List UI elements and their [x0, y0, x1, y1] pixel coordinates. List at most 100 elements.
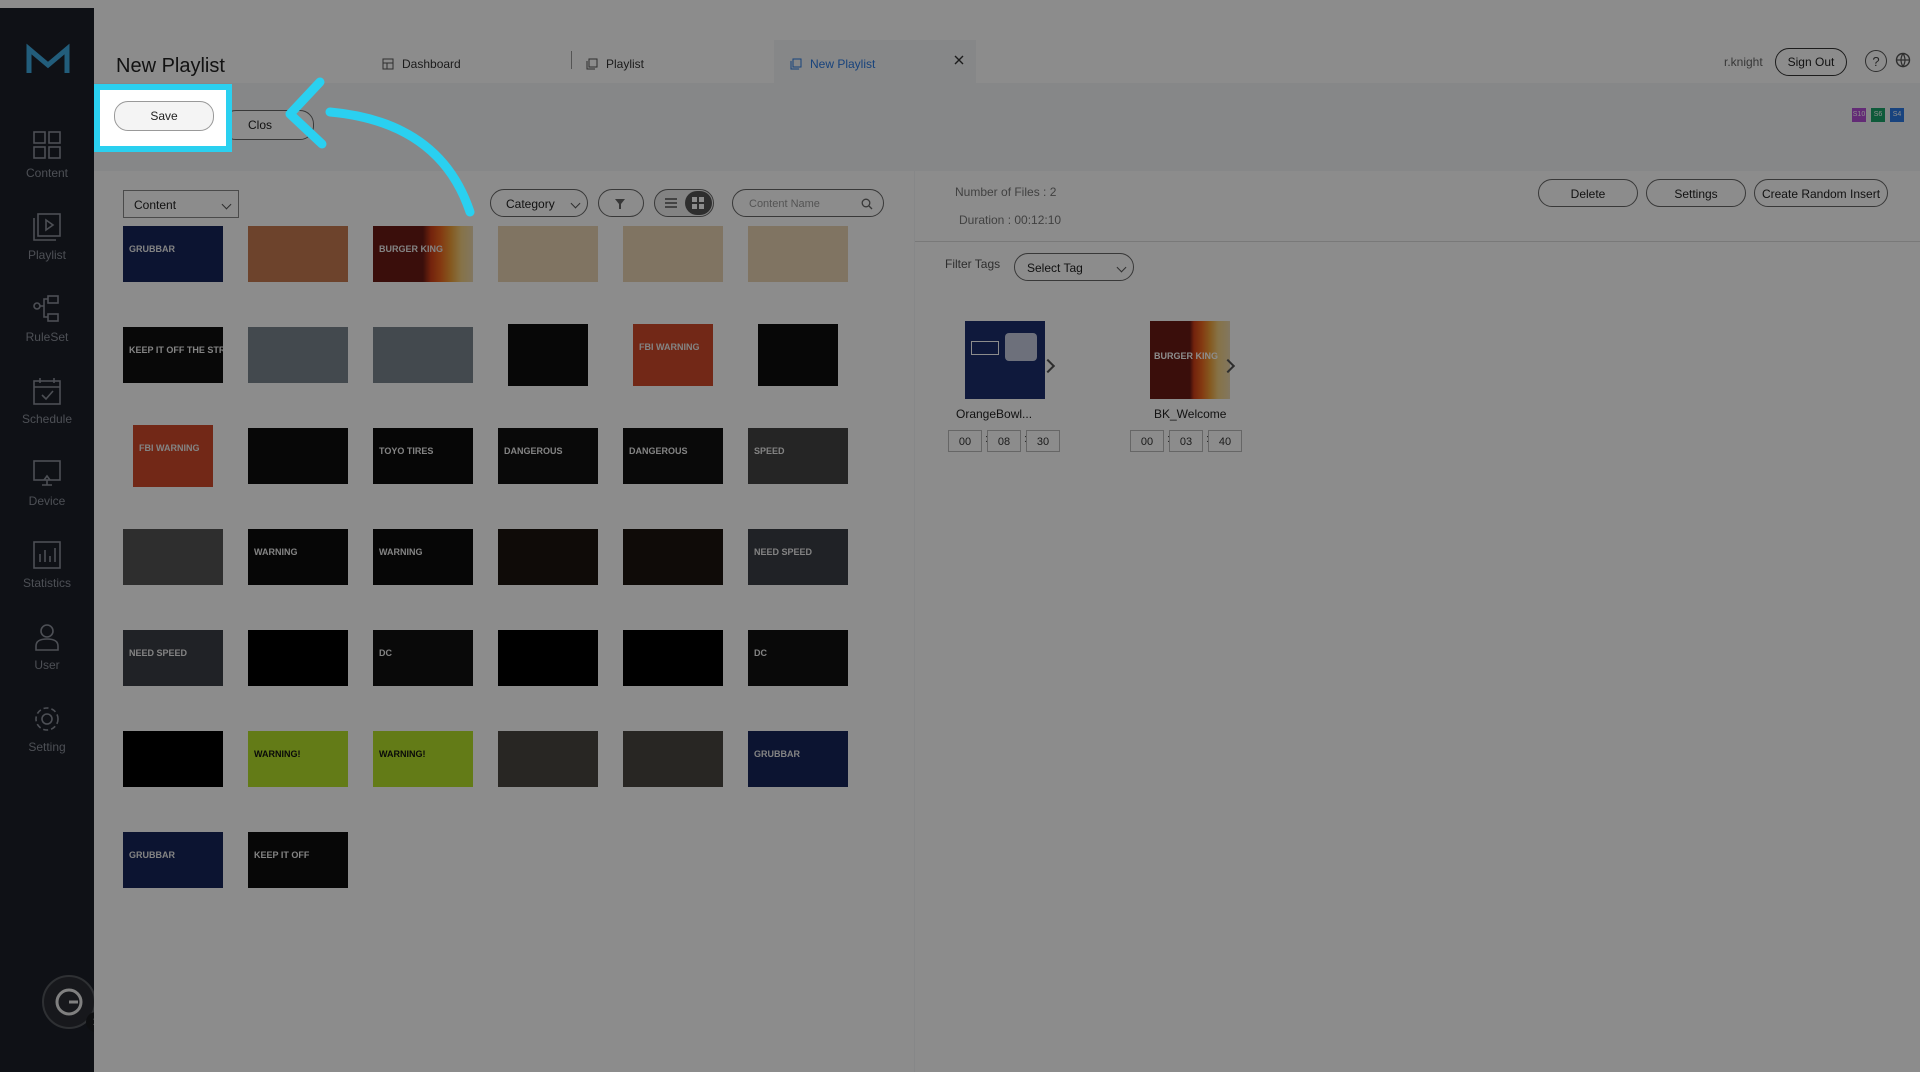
sidebar-item-statistics[interactable]: Statistics: [0, 540, 94, 610]
hours-input[interactable]: 00: [948, 430, 982, 452]
content-thumbnail[interactable]: [248, 226, 348, 282]
playlist-item-thumbnail[interactable]: BURGER KING: [1150, 321, 1230, 399]
dashboard-icon: [382, 58, 394, 70]
content-thumbnail[interactable]: [373, 327, 473, 383]
select-value: Content: [134, 198, 177, 212]
tab-playlist[interactable]: Playlist: [586, 53, 644, 75]
content-thumbnail[interactable]: NEED SPEED: [748, 529, 848, 585]
thumbnail-caption: KEEP IT OFF THE STREETS: [129, 345, 223, 355]
content-thumbnail[interactable]: [498, 731, 598, 787]
number-of-files: Number of Files : 2: [955, 185, 1057, 199]
pointer-arrow-icon: [285, 77, 475, 217]
hours-input[interactable]: 00: [1130, 430, 1164, 452]
playlist-item-name: OrangeBowl...: [956, 407, 1033, 421]
content-thumbnail[interactable]: DC: [748, 630, 848, 686]
sidebar-item-label: Content: [25, 166, 69, 180]
content-thumbnail[interactable]: DANGEROUS: [498, 428, 598, 484]
help-icon[interactable]: ?: [1865, 50, 1887, 72]
thumbnail-caption: NEED SPEED: [129, 648, 188, 658]
thumbnail-caption: DANGEROUS: [629, 446, 688, 456]
content-thumbnail[interactable]: DC: [373, 630, 473, 686]
sidebar-item-ruleset[interactable]: RuleSet: [0, 294, 94, 364]
content-thumbnail[interactable]: [248, 428, 348, 484]
minutes-input[interactable]: 08: [987, 430, 1021, 452]
content-thumbnail[interactable]: GRUBBAR: [748, 731, 848, 787]
close-tab-icon[interactable]: [954, 55, 964, 65]
content-type-select[interactable]: Content: [123, 190, 239, 218]
content-thumbnail[interactable]: NEED SPEED: [123, 630, 223, 686]
content-thumbnail[interactable]: [623, 630, 723, 686]
globe-icon[interactable]: [1895, 52, 1911, 68]
sidebar-item-content[interactable]: Content: [0, 130, 94, 200]
content-thumbnail[interactable]: DANGEROUS: [623, 428, 723, 484]
delete-button[interactable]: Delete: [1538, 179, 1638, 207]
content-thumbnail[interactable]: [123, 529, 223, 585]
seconds-input[interactable]: 30: [1026, 430, 1060, 452]
tab-label: New Playlist: [810, 57, 876, 71]
content-thumbnail[interactable]: [498, 226, 598, 282]
create-random-insert-button[interactable]: Create Random Insert: [1754, 179, 1888, 207]
filter-tags-label: Filter Tags: [945, 257, 1001, 271]
content-thumbnail[interactable]: WARNING!: [373, 731, 473, 787]
sidebar-item-playlist[interactable]: Playlist: [0, 212, 94, 282]
content-thumbnail[interactable]: [123, 731, 223, 787]
sidebar: Content Playlist RuleSet Schedule Device…: [0, 8, 94, 1072]
sidebar-item-label: Playlist: [27, 248, 66, 262]
content-thumbnail[interactable]: KEEP IT OFF: [248, 832, 348, 888]
content-thumbnail[interactable]: WARNING: [373, 529, 473, 585]
thumbnail-caption: GRUBBAR: [129, 244, 175, 254]
burger-king-text-graphic: BURGER KING: [1154, 351, 1219, 361]
sign-out-button[interactable]: Sign Out: [1775, 48, 1847, 76]
content-thumbnail[interactable]: [508, 324, 588, 386]
content-thumbnail[interactable]: GRUBBAR: [123, 226, 223, 282]
calendar-icon: [33, 378, 61, 405]
sidebar-item-schedule[interactable]: Schedule: [0, 376, 94, 446]
content-thumbnail[interactable]: [758, 324, 838, 386]
thumbnail-caption: FBI WARNING: [139, 443, 200, 453]
content-thumbnail[interactable]: TOYO TIRES: [373, 428, 473, 484]
content-thumbnail[interactable]: WARNING: [248, 529, 348, 585]
content-thumbnail[interactable]: BURGER KING: [373, 226, 473, 282]
category-select[interactable]: Category: [490, 189, 588, 217]
grubbar-logo: [971, 341, 999, 355]
minutes-input[interactable]: 03: [1169, 430, 1203, 452]
content-thumbnail[interactable]: [623, 226, 723, 282]
playlist-panel: Number of Files : 2 Duration : 00:12:10 …: [915, 171, 1920, 1072]
content-thumbnail[interactable]: [623, 529, 723, 585]
sidebar-item-label: Device: [28, 494, 66, 508]
seconds-input[interactable]: 40: [1208, 430, 1242, 452]
content-thumbnail[interactable]: FBI WARNING: [133, 425, 213, 487]
content-thumbnail[interactable]: GRUBBAR: [123, 832, 223, 888]
content-thumbnail[interactable]: WARNING!: [248, 731, 348, 787]
grid-icon: [33, 131, 61, 159]
user-icon: [35, 624, 59, 651]
chevron-down-icon: [570, 198, 581, 209]
content-thumbnail[interactable]: [498, 630, 598, 686]
content-search-input[interactable]: Content Name: [732, 189, 884, 217]
content-thumbnail[interactable]: [498, 529, 598, 585]
thumbnail-caption: NEED SPEED: [754, 547, 813, 557]
sidebar-item-setting[interactable]: Setting: [0, 704, 94, 774]
settings-button[interactable]: Settings: [1646, 179, 1746, 207]
badge-graphic: [1005, 333, 1037, 361]
monitor-icon: [33, 460, 61, 486]
content-thumbnail[interactable]: KEEP IT OFF THE STREETS: [123, 327, 223, 383]
list-view-icon[interactable]: [664, 196, 678, 210]
duration: Duration : 00:12:10: [959, 213, 1062, 227]
content-thumbnail[interactable]: [248, 630, 348, 686]
thumbnail-caption: DC: [754, 648, 767, 658]
sidebar-item-user[interactable]: User: [0, 622, 94, 692]
content-thumbnail[interactable]: [748, 226, 848, 282]
content-thumbnail[interactable]: FBI WARNING: [633, 324, 713, 386]
select-tag-dropdown[interactable]: Select Tag: [1014, 253, 1134, 281]
sidebar-item-label: Setting: [28, 740, 66, 754]
filter-dropdown[interactable]: [598, 189, 644, 217]
content-thumbnail[interactable]: SPEED: [748, 428, 848, 484]
content-thumbnail[interactable]: [623, 731, 723, 787]
sidebar-item-device[interactable]: Device: [0, 458, 94, 528]
content-thumbnail[interactable]: [248, 327, 348, 383]
thumbnail-caption: FBI WARNING: [639, 342, 700, 352]
grid-view-button[interactable]: [685, 191, 712, 215]
playlist-item-thumbnail[interactable]: [965, 321, 1045, 399]
page-title: New Playlist: [116, 55, 225, 77]
